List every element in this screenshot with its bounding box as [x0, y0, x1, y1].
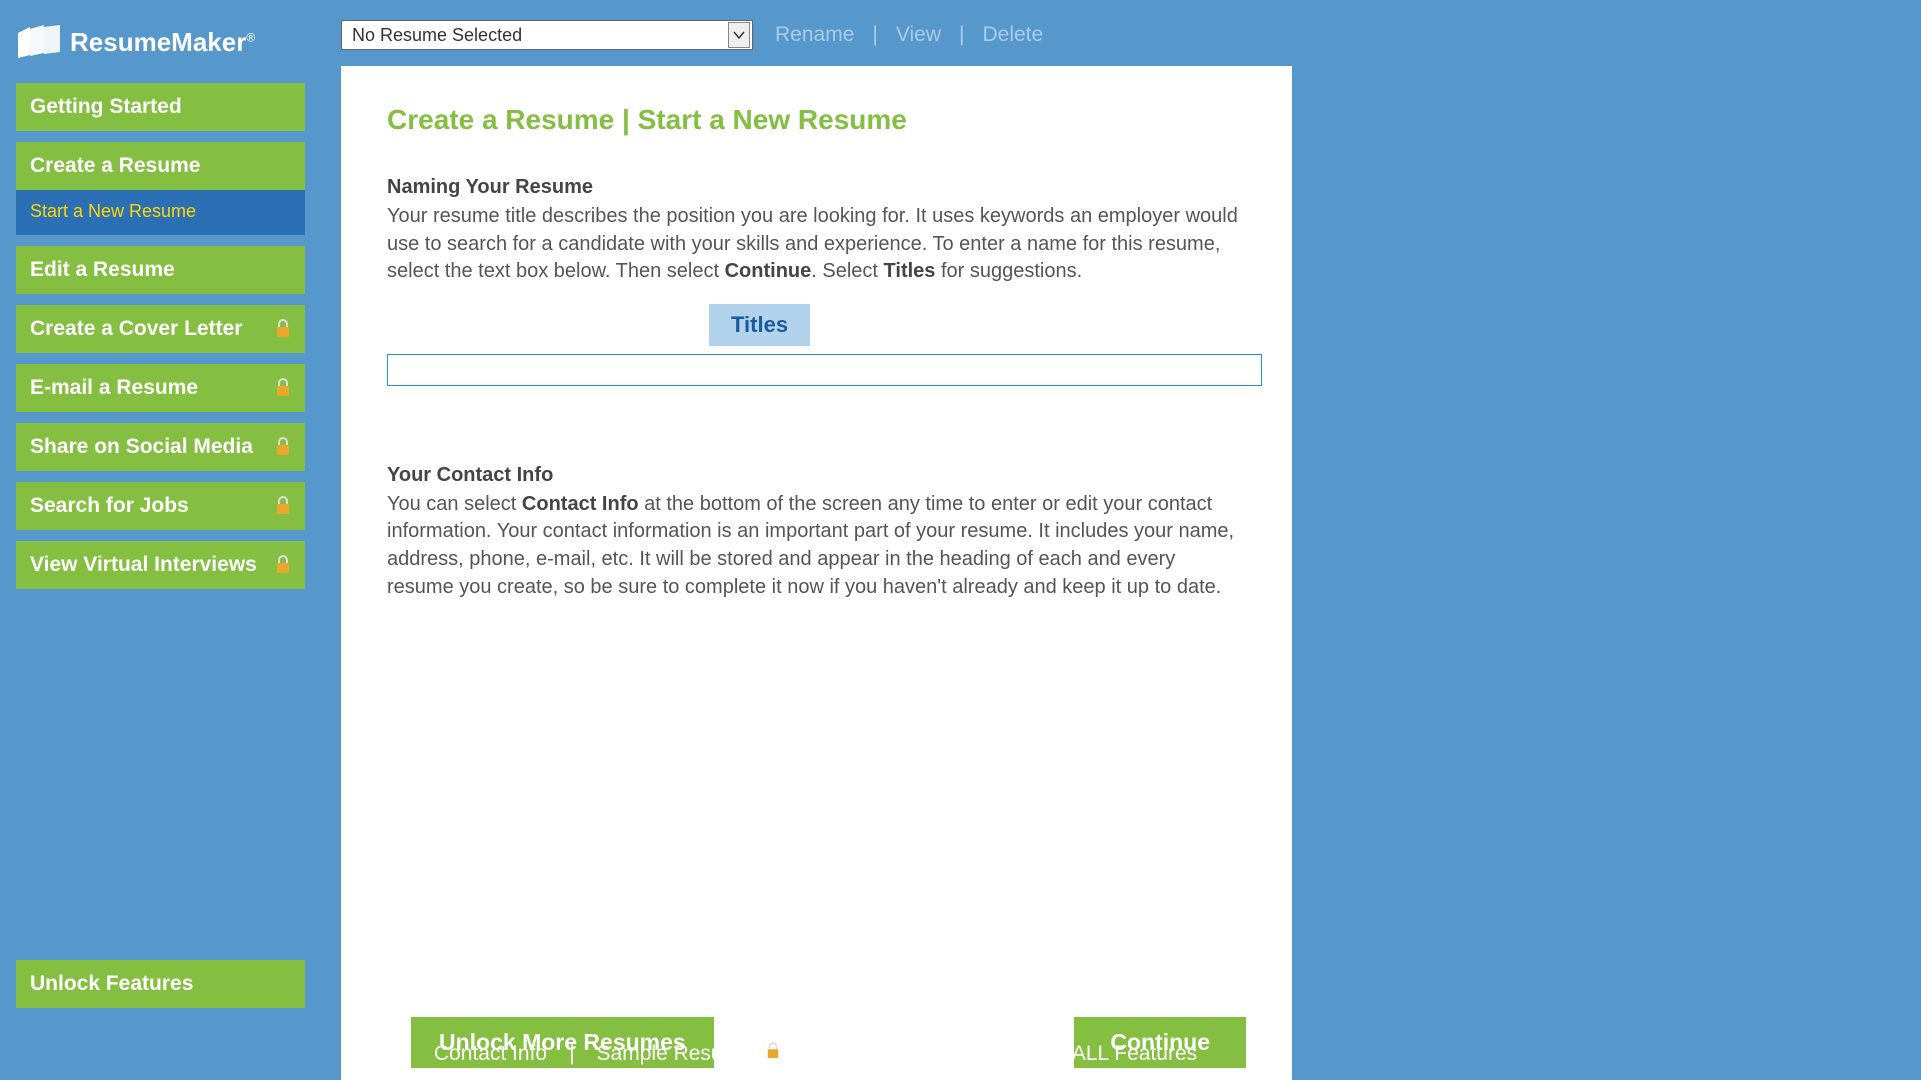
chevron-down-icon — [728, 22, 750, 48]
sidebar-item-label: View Virtual Interviews — [30, 553, 257, 577]
sidebar-item-virtual-interviews[interactable]: View Virtual Interviews — [16, 541, 305, 589]
divider: | — [959, 23, 964, 47]
sidebar-item-email-resume[interactable]: E-mail a Resume — [16, 364, 305, 412]
sidebar-item-label: Search for Jobs — [30, 494, 189, 518]
resume-select-value: No Resume Selected — [352, 25, 522, 46]
text-run: for suggestions. — [935, 260, 1082, 282]
footer-sample-resumes[interactable]: Sample Resumes — [593, 1042, 785, 1066]
section-naming-head: Naming Your Resume — [387, 176, 1246, 199]
footer-item-label: Sample Resumes — [597, 1042, 763, 1066]
sidebar-item-share-social-media[interactable]: Share on Social Media — [16, 423, 305, 471]
logo-icon — [16, 25, 64, 59]
trademark: ® — [246, 30, 255, 44]
section-contact: Your Contact Info You can select Contact… — [387, 464, 1246, 601]
sidebar-item-label: Create a Cover Letter — [30, 317, 242, 341]
lock-icon — [766, 1042, 780, 1066]
text-bold: Titles — [884, 260, 936, 282]
sidebar-item-label: Getting Started — [30, 95, 182, 119]
logo: ResumeMaker® — [16, 25, 305, 59]
lock-icon — [275, 437, 291, 457]
sidebar-item-search-jobs[interactable]: Search for Jobs — [16, 482, 305, 530]
sidebar-item-create-cover-letter[interactable]: Create a Cover Letter — [16, 305, 305, 353]
lock-icon — [275, 555, 291, 575]
delete-button[interactable]: Delete — [978, 23, 1047, 47]
text-run: . Select — [811, 260, 883, 282]
sidebar-item-edit-resume[interactable]: Edit a Resume — [16, 246, 305, 294]
section-contact-body: You can select Contact Info at the botto… — [387, 491, 1246, 601]
app-name: ResumeMaker — [70, 27, 246, 57]
sidebar-item-label: Create a Resume — [30, 154, 200, 178]
sidebar-item-create-resume[interactable]: Create a Resume — [16, 142, 305, 190]
footer-tech-support[interactable]: Tech Support — [826, 1042, 958, 1066]
text-bold: Continue — [725, 260, 812, 282]
rename-button[interactable]: Rename — [771, 23, 858, 47]
footer: Contact Info | Sample Resumes | Tech Sup… — [340, 1042, 1291, 1066]
main-area: No Resume Selected Rename | View | Delet… — [321, 0, 1921, 1080]
resume-title-input[interactable] — [387, 354, 1262, 386]
lock-icon — [275, 319, 291, 339]
content-panel: Create a Resume | Start a New Resume Nam… — [341, 66, 1292, 1080]
top-actions: Rename | View | Delete — [771, 23, 1047, 47]
section-contact-head: Your Contact Info — [387, 464, 1246, 487]
divider: | — [976, 1042, 981, 1066]
divider: | — [569, 1042, 574, 1066]
page-title: Create a Resume | Start a New Resume — [387, 104, 1246, 136]
sidebar-item-label: Share on Social Media — [30, 435, 253, 459]
view-button[interactable]: View — [892, 23, 945, 47]
app-root: ResumeMaker® Getting Started Create a Re… — [0, 0, 1921, 1080]
text-bold: Contact Info — [522, 493, 639, 515]
sidebar-item-label: E-mail a Resume — [30, 376, 198, 400]
sidebar-item-unlock-features[interactable]: Unlock Features — [16, 960, 305, 1008]
sidebar-item-label: Edit a Resume — [30, 258, 175, 282]
sidebar-item-label: Unlock Features — [30, 972, 193, 996]
divider: | — [872, 23, 877, 47]
sidebar: ResumeMaker® Getting Started Create a Re… — [0, 0, 321, 1080]
resume-select[interactable]: No Resume Selected — [341, 20, 753, 50]
sidebar-subitem-start-new-resume[interactable]: Start a New Resume — [16, 190, 305, 235]
unlock-features-wrap: Unlock Features — [16, 960, 305, 1008]
footer-unlock-all-features[interactable]: Unlock ALL Features — [999, 1042, 1201, 1066]
lock-icon — [275, 496, 291, 516]
lock-icon — [275, 378, 291, 398]
footer-contact-info[interactable]: Contact Info — [430, 1042, 551, 1066]
sidebar-subitem-label: Start a New Resume — [30, 201, 196, 221]
text-run: You can select — [387, 493, 522, 515]
top-bar: No Resume Selected Rename | View | Delet… — [341, 16, 1893, 54]
titles-button[interactable]: Titles — [709, 304, 810, 346]
divider: | — [802, 1042, 807, 1066]
logo-text: ResumeMaker® — [70, 27, 255, 58]
sidebar-item-getting-started[interactable]: Getting Started — [16, 83, 305, 131]
section-naming-body: Your resume title describes the position… — [387, 203, 1246, 286]
